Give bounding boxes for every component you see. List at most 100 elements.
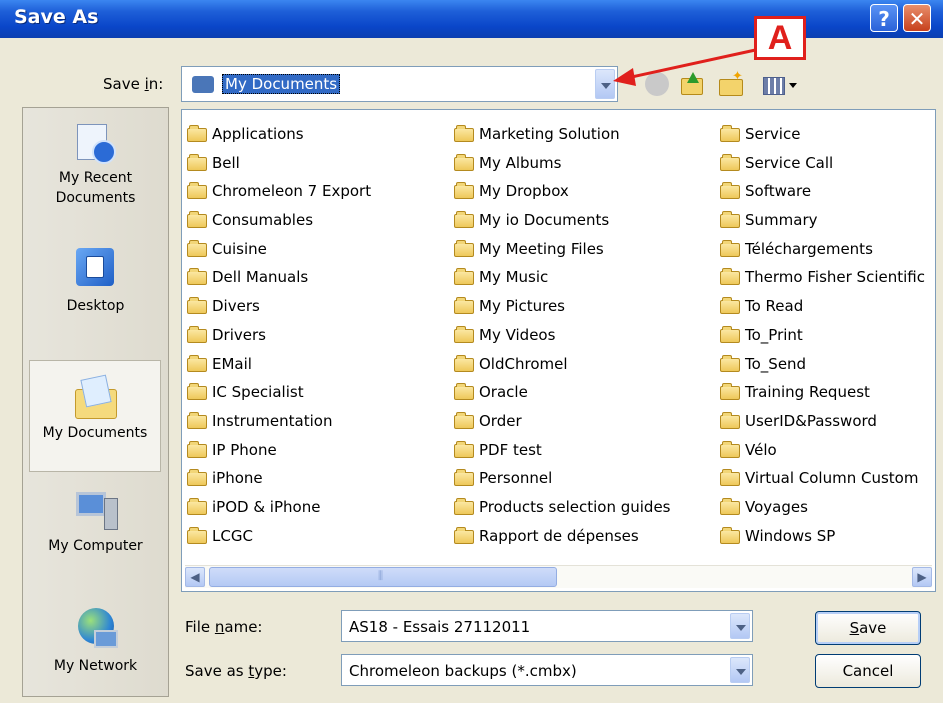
folder-icon [720, 153, 740, 171]
folder-icon [454, 268, 474, 286]
folder-icon [187, 526, 207, 544]
place-my-documents[interactable]: My Documents [29, 360, 161, 472]
place-label: My Computer [48, 538, 143, 554]
folder-name: My Meeting Files [479, 239, 604, 258]
folder-icon [187, 469, 207, 487]
my-documents-icon [73, 375, 117, 419]
desktop-icon [74, 248, 118, 292]
file-list[interactable]: Applications Bell Chromeleon 7 Export Consu… [181, 109, 936, 592]
folder-name: Instrumentation [212, 411, 333, 430]
places-bar: My Recent Documents Desktop My Documents… [22, 107, 169, 697]
annotation-arrow [613, 47, 761, 86]
folder-name: Windows SP [745, 526, 836, 545]
folder-name: Marketing Solution [479, 125, 620, 143]
folder-icon [187, 411, 207, 429]
save-in-dropdown[interactable]: My Documents [181, 66, 618, 102]
save-as-type-dropdown[interactable]: Chromeleon backups (*.cmbx) [341, 654, 753, 686]
chevron-down-icon[interactable] [730, 613, 750, 639]
folder-icon [720, 211, 740, 229]
folder-icon [720, 354, 740, 372]
folder-icon [720, 469, 740, 487]
folder-name: Thermo Fisher Scientific [745, 268, 925, 287]
folder-name: My Music [479, 268, 549, 287]
folder-name: Virtual Column Custom [745, 469, 919, 488]
folder-name: iPOD & iPhone [212, 497, 321, 516]
scroll-thumb[interactable] [209, 567, 557, 587]
folder-icon [187, 182, 207, 200]
place-my-network[interactable]: My Network [23, 608, 168, 676]
save-as-type-value: Chromeleon backups (*.cmbx) [349, 662, 577, 680]
annotation-label: A [754, 16, 806, 60]
folder-name: Consumables [212, 211, 314, 230]
folder-icon [454, 497, 474, 515]
folder-name: My Videos [479, 325, 556, 344]
folder-name: My Albums [479, 153, 562, 172]
folder-name: Summary [745, 211, 818, 230]
place-label: My Recent Documents [55, 170, 136, 206]
folder-icon [720, 383, 740, 401]
folder-name: OldChromel [479, 354, 568, 373]
file-name-field[interactable]: AS18 - Essais 27112011 [341, 610, 753, 642]
save-as-type-label: Save as type: [185, 662, 287, 680]
folder-name: Personnel [479, 469, 553, 488]
save-in-label: Save in: [103, 75, 164, 93]
horizontal-scrollbar[interactable]: ◀ ▶ [185, 565, 932, 588]
place-label: My Documents [42, 425, 148, 441]
folder-name: Service [745, 125, 801, 143]
folder-icon [454, 469, 474, 487]
folder-name: Dell Manuals [212, 268, 309, 287]
folder-name: Drivers [212, 325, 266, 344]
folder-icon [454, 239, 474, 257]
recent-documents-icon [74, 120, 118, 164]
folder-name: To Read [745, 297, 804, 316]
save-button[interactable]: Save [815, 611, 921, 645]
chevron-down-icon[interactable] [730, 657, 750, 683]
folder-name: EMail [212, 354, 252, 373]
scroll-right-icon[interactable]: ▶ [912, 567, 932, 587]
folder-icon [187, 440, 207, 458]
folder-icon [720, 440, 740, 458]
folder-name: To_Send [745, 354, 807, 373]
folder-name: LCGC [212, 526, 253, 545]
place-my-recent-documents[interactable]: My Recent Documents [23, 120, 168, 208]
folder-name: IP Phone [212, 440, 277, 459]
folder-name: Divers [212, 297, 260, 316]
folder-name: PDF test [479, 440, 542, 459]
folder-name: UserID&Password [745, 411, 877, 430]
help-button[interactable]: ? [870, 4, 898, 32]
folder-icon [187, 125, 207, 142]
file-name-value: AS18 - Essais 27112011 [349, 618, 531, 636]
close-button[interactable]: ✕ [903, 4, 931, 32]
cancel-button[interactable]: Cancel [815, 654, 921, 688]
folder-icon [454, 325, 474, 343]
folder-icon [187, 325, 207, 343]
views-menu-icon[interactable] [761, 72, 803, 96]
folder-icon [720, 125, 740, 142]
folder-name: My io Documents [479, 211, 610, 230]
folder-icon [720, 526, 740, 544]
folder-name: My Dropbox [479, 182, 569, 201]
folder-name: Service Call [745, 153, 834, 172]
folder-name: Training Request [745, 383, 870, 402]
folder-name: Téléchargements [745, 239, 873, 258]
folder-icon [187, 297, 207, 315]
folder-icon [454, 411, 474, 429]
scroll-left-icon[interactable]: ◀ [185, 567, 205, 587]
folder-name: Voyages [745, 497, 808, 516]
place-my-computer[interactable]: My Computer [23, 488, 168, 556]
folder-icon [454, 297, 474, 315]
folder-icon [720, 411, 740, 429]
folder-icon [720, 182, 740, 200]
my-network-icon [74, 608, 118, 652]
folder-name: Applications [212, 125, 304, 143]
folder-icon [187, 497, 207, 515]
place-desktop[interactable]: Desktop [23, 248, 168, 316]
dialog-title: Save As [14, 6, 99, 28]
folder-icon [187, 211, 207, 229]
save-as-dialog: Save As ? ✕ Save in: My Documents A My R… [0, 0, 943, 703]
folder-icon [187, 239, 207, 257]
folder-name: Oracle [479, 383, 528, 402]
folder-name: Products selection guides [479, 497, 671, 516]
my-documents-small-icon [192, 76, 214, 93]
file-name-label: File name: [185, 618, 263, 636]
